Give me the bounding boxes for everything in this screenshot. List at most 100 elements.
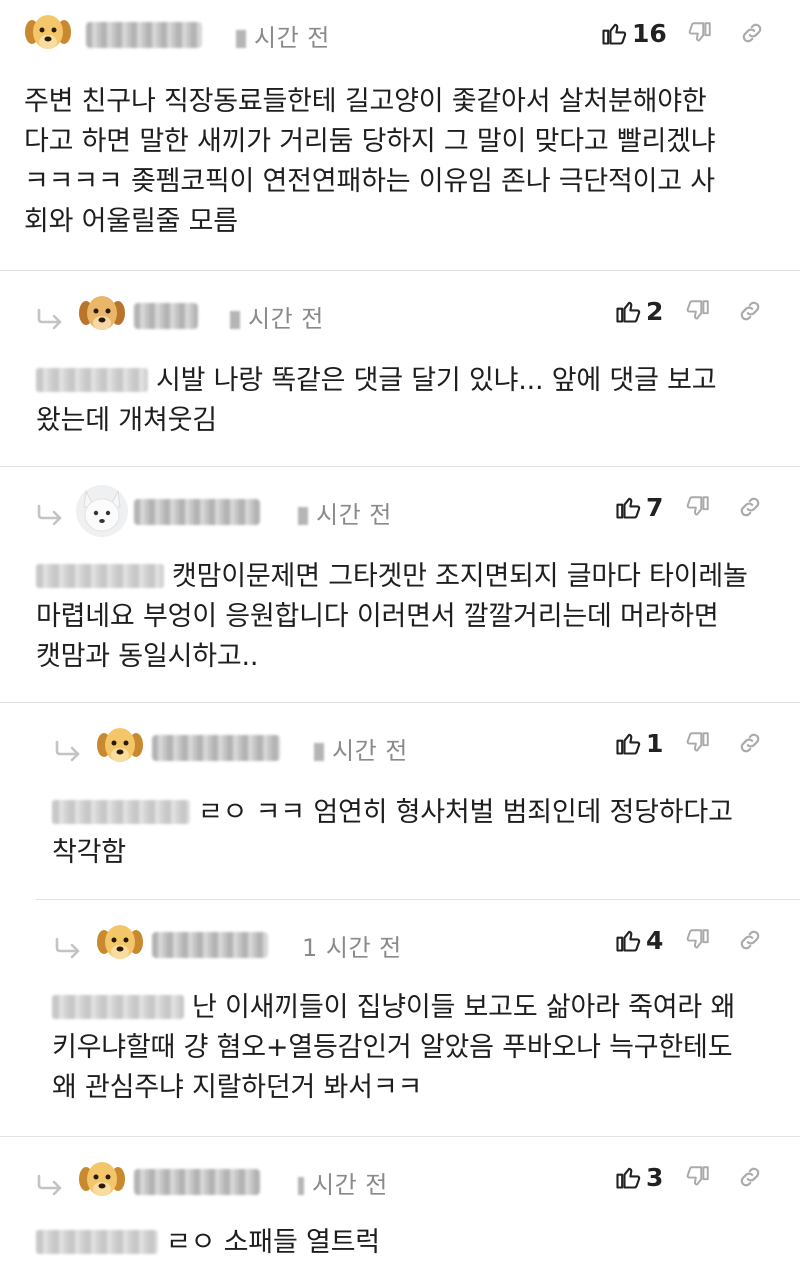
comment-line: 난 이새끼들이 집냥이들 보고도 삶아라 죽여라 왜	[192, 992, 736, 1023]
like-button[interactable]: 2	[614, 297, 663, 326]
comment-body: 시발 나랑 똑같은 댓글 달기 있냐... 앞에 댓글 보고 왔는데 개쳐웃김	[36, 361, 776, 441]
dog-avatar-icon	[76, 289, 128, 341]
dislike-button[interactable]	[685, 298, 711, 324]
comment-line: ㅋㅋㅋㅋ 좆펨코픽이 연전연패하는 이유임 존나 극단적이고 사	[24, 166, 715, 197]
thumbs-up-icon	[602, 23, 627, 45]
comment-3: 시간 전 7 캣맘이문제면 그타겟만 조지면되지 글마다 타이레놀 마렵네요 부…	[0, 467, 800, 702]
avatar[interactable]	[76, 1155, 128, 1207]
comment-body: 난 이새끼들이 집냥이들 보고도 삶아라 죽여라 왜 키우냐할때 걍 혐오+열등…	[52, 988, 792, 1108]
like-count: 3	[646, 1162, 664, 1192]
username-blurred[interactable]	[134, 499, 260, 525]
dog-avatar-icon	[76, 1155, 128, 1207]
comment-actions: 1	[614, 723, 763, 763]
comment-body: ㄹㅇ ㅋㅋ 엄연히 형사처벌 범죄인데 정당하다고 착각함	[52, 793, 782, 873]
comment-actions: 16	[600, 13, 765, 53]
username-blurred[interactable]	[134, 1169, 260, 1195]
avatar[interactable]	[76, 485, 128, 537]
link-button[interactable]	[737, 298, 763, 324]
like-button[interactable]: 4	[614, 926, 663, 955]
reply-arrow-icon	[37, 504, 62, 526]
thumbs-down-icon	[688, 22, 711, 42]
comment-5: 1 시간 전 4 난 이새끼들이 집냥이들 보고도 삶아라 죽여라 왜 키우냐할…	[0, 900, 800, 1136]
dislike-button[interactable]	[685, 730, 711, 756]
comment-actions: 3	[614, 1157, 763, 1197]
link-button[interactable]	[737, 927, 763, 953]
link-button[interactable]	[737, 730, 763, 756]
reply-arrow-icon	[55, 740, 80, 762]
reply-arrow-icon	[55, 937, 80, 959]
link-icon	[742, 23, 762, 43]
dog-avatar-icon	[22, 8, 74, 60]
dog-avatar-icon	[94, 918, 146, 970]
like-button[interactable]: 1	[614, 729, 663, 758]
avatar[interactable]	[76, 289, 128, 341]
dislike-button[interactable]	[685, 927, 711, 953]
thumbs-up-icon	[616, 497, 641, 519]
avatar[interactable]	[94, 721, 146, 773]
mention-blurred[interactable]	[52, 995, 184, 1019]
like-button[interactable]: 3	[614, 1163, 663, 1192]
avatar[interactable]	[94, 918, 146, 970]
reply-arrow-icon	[37, 308, 62, 330]
username-blurred[interactable]	[152, 932, 268, 958]
comment-line: 주변 친구나 직장동료들한테 길고양이 좇같아서 살처분해야한	[24, 86, 707, 117]
like-count: 4	[646, 925, 664, 955]
comment-actions: 7	[614, 487, 763, 527]
mention-blurred[interactable]	[36, 564, 164, 588]
like-count: 7	[646, 492, 664, 522]
comment-6: 시간 전 3 ㄹㅇ 소패들 열트럭	[0, 1137, 800, 1281]
comment-line: 회와 어울릴줄 모름	[24, 206, 238, 237]
link-icon	[741, 1167, 760, 1187]
username-blurred[interactable]	[134, 303, 198, 329]
dislike-button[interactable]	[685, 494, 711, 520]
comment-line: 캣맘과 동일시하고..	[36, 641, 259, 672]
link-button[interactable]	[739, 20, 765, 46]
like-button[interactable]: 7	[614, 493, 663, 522]
link-button[interactable]	[737, 494, 763, 520]
comment-line: 마렵네요 부엉이 응원합니다 이러면서 깔깔거리는데 머라하면	[36, 601, 719, 632]
thumbs-down-icon	[687, 496, 710, 516]
username-blurred[interactable]	[86, 22, 202, 48]
mention-blurred[interactable]	[52, 800, 190, 824]
comment-1: 시간 전 16 주변 친구나 직장동료들한테 길고양이 좇같아서 살처분해야한 …	[0, 0, 800, 270]
like-count: 16	[632, 18, 667, 48]
dislike-button[interactable]	[687, 20, 713, 46]
thumbs-down-icon	[687, 1166, 710, 1186]
timestamp: 시간 전	[298, 1165, 388, 1200]
comment-line: 왜 관심주냐 지랄하던거 봐서ㅋㅋ	[52, 1072, 423, 1103]
link-icon	[741, 497, 760, 517]
timestamp: 시간 전	[236, 18, 330, 53]
comment-4: 시간 전 1 ㄹㅇ ㅋㅋ 엄연히 형사처벌 범죄인데 정당하다고 착각함	[0, 703, 800, 899]
comment-line: 착각함	[52, 837, 126, 868]
mention-blurred[interactable]	[36, 1230, 158, 1254]
timestamp: 시간 전	[230, 299, 324, 334]
comment-actions: 2	[614, 291, 763, 331]
thumbs-down-icon	[687, 300, 710, 320]
dislike-button[interactable]	[685, 1164, 711, 1190]
comment-2: 시간 전 2 시발 나랑 똑같은 댓글 달기 있냐... 앞에 댓글 보고 왔는…	[0, 271, 800, 466]
link-icon	[741, 301, 760, 321]
mention-blurred[interactable]	[36, 368, 148, 392]
thumbs-down-icon	[687, 929, 710, 949]
comment-line: ㄹㅇ ㅋㅋ 엄연히 형사처벌 범죄인데 정당하다고	[198, 797, 733, 828]
like-count: 2	[646, 296, 664, 326]
comment-line: 키우냐할때 걍 혐오+열등감인거 알았음 푸바오나 늑구한테도	[52, 1032, 733, 1063]
link-button[interactable]	[737, 1164, 763, 1190]
comment-line: 캣맘이문제면 그타겟만 조지면되지 글마다 타이레놀	[172, 561, 748, 592]
comment-line: 왔는데 개쳐웃김	[36, 405, 217, 436]
dog-avatar-icon	[94, 721, 146, 773]
comment-line: 다고 하면 말한 새끼가 거리둠 당하지 그 말이 맞다고 빨리겠냐	[24, 126, 716, 157]
white-dog-avatar-icon	[76, 485, 128, 537]
username-blurred[interactable]	[152, 735, 280, 761]
reply-arrow-icon	[37, 1174, 62, 1196]
avatar[interactable]	[22, 8, 74, 60]
link-icon	[741, 930, 760, 950]
link-icon	[741, 733, 760, 753]
like-count: 1	[646, 728, 664, 758]
comment-body: 주변 친구나 직장동료들한테 길고양이 좇같아서 살처분해야한 다고 하면 말한…	[24, 82, 784, 242]
thumbs-up-icon	[616, 733, 641, 755]
timestamp: 시간 전	[314, 731, 408, 766]
like-button[interactable]: 16	[600, 19, 667, 48]
comment-body: 캣맘이문제면 그타겟만 조지면되지 글마다 타이레놀 마렵네요 부엉이 응원합니…	[36, 557, 786, 677]
thumbs-up-icon	[616, 1167, 641, 1189]
